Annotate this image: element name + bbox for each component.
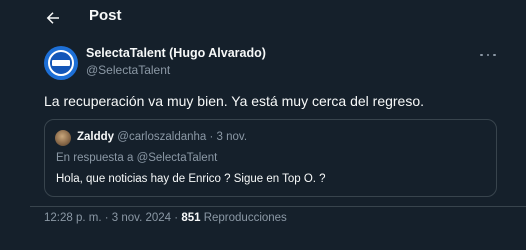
author-avatar[interactable] bbox=[44, 46, 78, 80]
author-handle[interactable]: @SelectaTalent bbox=[86, 63, 170, 77]
post-time[interactable]: 12:28 p. m. bbox=[44, 212, 102, 224]
views-count: 851 bbox=[181, 212, 201, 224]
meta-separator: · bbox=[174, 212, 179, 224]
meta-separator: · bbox=[104, 212, 109, 224]
arrow-left-icon bbox=[46, 12, 59, 24]
post-meta: 12:28 p. m. · 3 nov. 2024 · 851 Reproduc… bbox=[44, 212, 287, 224]
reply-prefix: En respuesta a bbox=[56, 152, 134, 164]
quoted-post[interactable]: Zalddy @carloszaldanha · 3 nov. En respu… bbox=[44, 119, 497, 197]
post-date[interactable]: 3 nov. 2024 bbox=[112, 212, 171, 224]
page-title: Post bbox=[89, 7, 122, 24]
post-text: La recuperación va muy bien. Ya está muy… bbox=[44, 93, 425, 109]
quote-author-handle[interactable]: @carloszaldanha bbox=[117, 131, 206, 143]
quote-author-name[interactable]: Zalddy bbox=[77, 131, 114, 143]
quote-date[interactable]: 3 nov. bbox=[217, 131, 247, 143]
more-horizontal-icon bbox=[480, 53, 483, 57]
top-bar: Post bbox=[0, 0, 526, 36]
quote-header: Zalddy @carloszaldanha · 3 nov. bbox=[77, 131, 247, 143]
avatar-logo bbox=[48, 50, 74, 76]
more-options-button[interactable] bbox=[478, 48, 498, 62]
quote-separator: · bbox=[209, 131, 214, 143]
quote-author-avatar[interactable] bbox=[55, 130, 71, 146]
back-button[interactable] bbox=[40, 5, 66, 31]
reply-handle-link[interactable]: @SelectaTalent bbox=[137, 152, 218, 164]
views-label: Reproducciones bbox=[203, 212, 287, 224]
divider bbox=[30, 206, 526, 207]
author-name[interactable]: SelectaTalent (Hugo Alvarado) bbox=[86, 46, 266, 60]
quote-reply-context: En respuesta a @SelectaTalent bbox=[56, 152, 217, 164]
quote-text: Hola, que noticias hay de Enrico ? Sigue… bbox=[56, 173, 326, 185]
